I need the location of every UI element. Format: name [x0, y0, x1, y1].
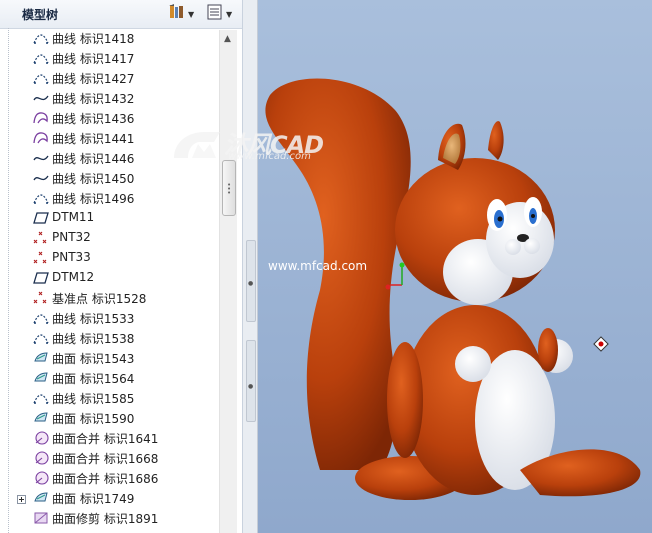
scroll-up-icon[interactable]: ▲	[224, 34, 231, 44]
curve-dashed-icon	[33, 51, 49, 65]
tree-item-label: 曲面合并 标识1686	[52, 472, 159, 486]
show-filter-button[interactable]: ▼	[206, 4, 232, 24]
tree-item[interactable]: PNT33	[9, 248, 223, 268]
tree-item[interactable]: 曲面合并 标识1641	[9, 428, 223, 448]
datum-plane-icon	[33, 271, 49, 285]
panel-title: 模型树	[22, 8, 59, 22]
datum-point-icon	[33, 231, 49, 245]
model-tree: 曲线 标识1418 曲线 标识1417 曲线 标识1427 曲线 标识1432 曲线 标…	[8, 28, 239, 533]
tree-item[interactable]: DTM12	[9, 268, 223, 288]
tree-item[interactable]: 曲线 标识1585	[9, 388, 223, 408]
tree-item[interactable]: 曲面合并 标识1668	[9, 448, 223, 468]
tree-item[interactable]: 曲线 标识1417	[9, 48, 223, 68]
datum-plane-icon	[33, 211, 49, 225]
dot-icon: ●	[248, 383, 254, 390]
chevron-down-icon: ▼	[226, 9, 233, 19]
tree-item-label: 曲线 标识1436	[52, 112, 135, 126]
tree-item[interactable]: 曲线 标识1538	[9, 328, 223, 348]
curve-dashed-icon	[33, 191, 49, 205]
surface-icon	[33, 371, 49, 385]
curve-dashed-icon	[33, 331, 49, 345]
surface-icon	[33, 491, 49, 505]
tree-item-label: 曲线 标识1585	[52, 392, 135, 406]
tree-item-label: 曲面 标识1749	[52, 492, 135, 506]
logo-url-text: www.mfcad.com	[228, 151, 311, 162]
tree-item-label: 曲面 标识1543	[52, 352, 135, 366]
grip-icon: • • •	[227, 181, 232, 197]
curve-dashed-icon	[33, 311, 49, 325]
tree-item-label: 曲线 标识1538	[52, 332, 135, 346]
tree-item-label: 基准点 标识1528	[52, 292, 147, 306]
tree-item[interactable]: 曲面修剪 标识1891	[9, 508, 223, 528]
curve-dashed-icon	[33, 71, 49, 85]
tree-item-label: 曲面合并 标识1668	[52, 452, 159, 466]
tree-item[interactable]: 曲面 标识1590	[9, 408, 223, 428]
surface-icon	[33, 351, 49, 365]
merge-icon	[33, 451, 49, 465]
panel-splitter[interactable]: ● ●	[243, 0, 258, 533]
tree-item[interactable]: 曲线 标识1418	[9, 28, 223, 48]
surface-icon	[33, 411, 49, 425]
model-tree-panel: 模型树 ▼ ▼ 曲线 标识1418 曲线 标识1417 曲线 标识1427 曲线…	[0, 0, 243, 533]
tree-item-label: DTM12	[52, 270, 95, 284]
tree-item[interactable]: 曲线 标识1496	[9, 188, 223, 208]
tree-item[interactable]: 曲面 标识1543	[9, 348, 223, 368]
tree-scrollbar[interactable]: ▲ • • •	[219, 30, 237, 533]
trim-icon	[33, 511, 49, 525]
tree-item-label: 曲线 标识1432	[52, 92, 135, 106]
tree-item-label: PNT33	[52, 250, 91, 264]
merge-icon	[33, 431, 49, 445]
tree-item[interactable]: 基准点 标识1528	[9, 288, 223, 308]
tree-item-label: 曲面 标识1564	[52, 372, 135, 386]
tree-item-label: 曲线 标识1417	[52, 52, 135, 66]
tree-item[interactable]: 曲线 标识1427	[9, 68, 223, 88]
tree-item-label: 曲线 标识1427	[52, 72, 135, 86]
watermark-url: www.mfcad.com	[268, 259, 368, 273]
tree-item-label: 曲面修剪 标识1891	[52, 512, 159, 526]
settings-icon	[168, 3, 186, 25]
tree-item[interactable]: 曲面 标识1564	[9, 368, 223, 388]
tree-item-label: 曲线 标识1418	[52, 32, 135, 46]
tree-item-label: 曲线 标识1446	[52, 152, 135, 166]
tree-filter-icon	[206, 3, 224, 25]
model-tree-header: 模型树 ▼ ▼	[0, 0, 242, 29]
tree-item[interactable]: 曲面合并 标识1686	[9, 468, 223, 488]
datum-point-icon	[33, 251, 49, 265]
expand-icon[interactable]	[17, 493, 26, 504]
mf-logo-icon	[174, 132, 220, 158]
curve-icon	[33, 171, 49, 185]
curve-icon	[33, 91, 49, 105]
settings-button[interactable]: ▼	[168, 4, 194, 24]
datum-point-icon	[33, 291, 49, 305]
curve-sketch-icon	[33, 131, 49, 145]
tree-item-label: 曲线 标识1441	[52, 132, 135, 146]
curve-dashed-icon	[33, 31, 49, 45]
tree-item-label: PNT32	[52, 230, 91, 244]
tree-item[interactable]: 曲线 标识1450	[9, 168, 223, 188]
chevron-down-icon: ▼	[188, 9, 195, 19]
tree-item-label: 曲面 标识1590	[52, 412, 135, 426]
tree-item[interactable]: 曲面 标识1749	[9, 488, 223, 508]
dot-icon: ●	[248, 280, 254, 287]
tree-item-label: 曲线 标识1533	[52, 312, 135, 326]
tree-item-label: 曲面合并 标识1641	[52, 432, 159, 446]
tree-item-label: 曲线 标识1450	[52, 172, 135, 186]
tree-item[interactable]: PNT32	[9, 228, 223, 248]
merge-icon	[33, 471, 49, 485]
curve-sketch-icon	[33, 111, 49, 125]
curve-dashed-icon	[33, 391, 49, 405]
tree-item[interactable]: 曲线 标识1432	[9, 88, 223, 108]
tree-item-label: 曲线 标识1496	[52, 192, 135, 206]
collapse-handle[interactable]	[246, 340, 256, 422]
tree-item[interactable]: DTM11	[9, 208, 223, 228]
curve-icon	[33, 151, 49, 165]
tree-item-label: DTM11	[52, 210, 95, 224]
scroll-thumb[interactable]: • • •	[222, 160, 236, 216]
tree-item[interactable]: 曲线 标识1533	[9, 308, 223, 328]
